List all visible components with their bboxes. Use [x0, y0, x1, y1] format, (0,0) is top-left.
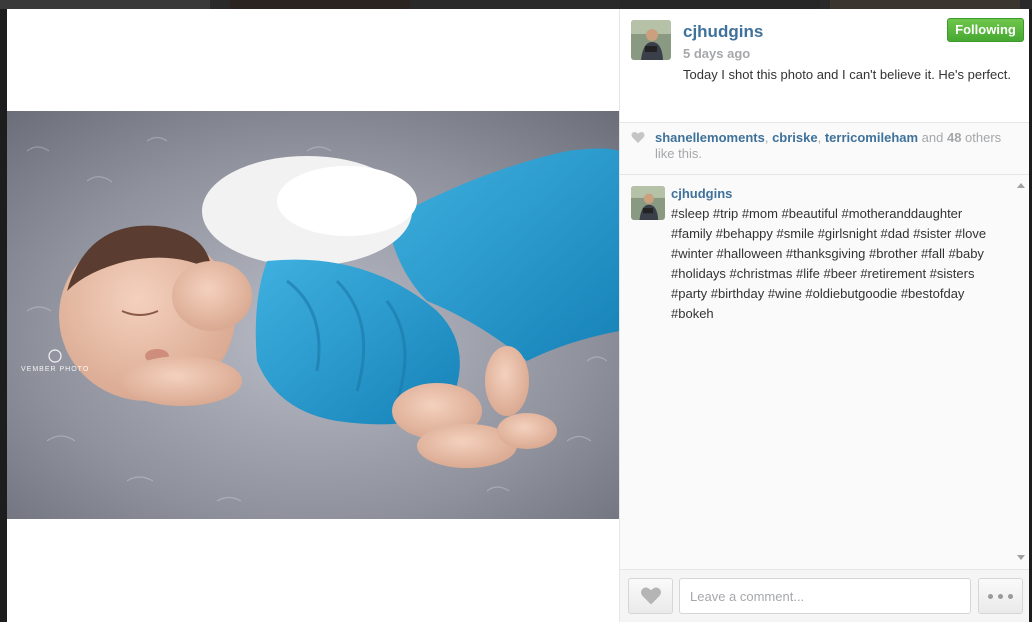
photo-modal: VEMBER PHOTO cjhudgins 5 days ago Today …: [7, 9, 1029, 622]
scroll-up-arrow-icon[interactable]: [1017, 183, 1025, 188]
more-options-button[interactable]: [978, 578, 1023, 614]
post-username[interactable]: cjhudgins: [683, 22, 763, 42]
comment-username[interactable]: cjhudgins: [671, 186, 732, 201]
photo-pane: VEMBER PHOTO: [7, 9, 619, 622]
comment-input[interactable]: [679, 578, 971, 614]
likes-and: and: [918, 130, 947, 145]
more-options-icon: [998, 594, 1003, 599]
likes-section: shanellemoments, cbriske, terricomileham…: [620, 123, 1029, 175]
like-user-link[interactable]: terricomileham: [825, 130, 918, 145]
like-user-link[interactable]: cbriske: [772, 130, 818, 145]
post-photo[interactable]: VEMBER PHOTO: [7, 111, 619, 519]
heart-icon: [631, 131, 645, 143]
like-user-link[interactable]: shanellemoments: [655, 130, 765, 145]
heart-icon: [641, 587, 661, 605]
likes-others-count[interactable]: 48: [947, 130, 961, 145]
comment-avatar[interactable]: [631, 186, 665, 220]
comments-list[interactable]: cjhudgins #sleep #trip #mom #beautiful #…: [620, 175, 1029, 569]
post-sidebar: cjhudgins 5 days ago Today I shot this p…: [619, 9, 1029, 622]
avatar[interactable]: [631, 20, 671, 60]
scroll-down-arrow-icon[interactable]: [1017, 555, 1025, 560]
following-button[interactable]: Following: [947, 18, 1024, 42]
post-timestamp[interactable]: 5 days ago: [683, 46, 750, 61]
comment-text: #sleep #trip #mom #beautiful #motherandd…: [671, 206, 987, 321]
background-strip: [0, 0, 1032, 9]
likes-text: shanellemoments, cbriske, terricomileham…: [655, 130, 1020, 162]
comment-bar: [620, 569, 1029, 622]
more-options-icon: [988, 594, 993, 599]
photo-watermark: VEMBER PHOTO: [21, 366, 89, 373]
more-options-icon: [1008, 594, 1013, 599]
post-header: cjhudgins 5 days ago Today I shot this p…: [620, 9, 1029, 123]
likes-separator: ,: [817, 130, 825, 145]
like-button[interactable]: [628, 578, 673, 614]
likes-separator: ,: [764, 130, 773, 145]
comments-scrollbar[interactable]: [1014, 175, 1029, 569]
post-caption: Today I shot this photo and I can't beli…: [683, 67, 1011, 82]
